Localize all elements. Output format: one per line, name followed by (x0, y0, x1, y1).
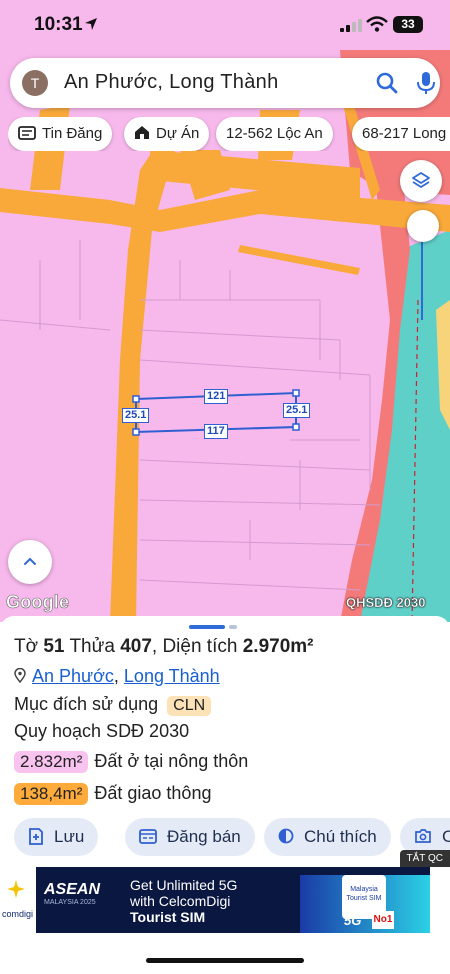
parcel-dimension-bottom: 117 (204, 424, 228, 439)
sheet-handle[interactable] (189, 625, 225, 629)
district-link[interactable]: Long Thành (124, 666, 220, 686)
chip-tin-dang[interactable]: Tin Đăng (8, 117, 113, 151)
legend-button[interactable]: Chú thích (264, 818, 391, 856)
post-listing-button[interactable]: Đăng bán (125, 818, 255, 856)
search-bar[interactable]: T An Phước, Long Thành (10, 58, 440, 108)
action-buttons: Lưu Đăng bán Chú thích C (14, 818, 450, 856)
sheet-number: 51 (43, 636, 65, 657)
area-row-traffic: 138,4m² Đất giao thông (14, 783, 211, 805)
ad-copy: Get Unlimited 5G with CelcomDigi Tourist… (130, 877, 238, 925)
avatar[interactable]: T (22, 70, 48, 96)
chip-du-an[interactable]: Dự Án (124, 117, 210, 151)
parcel-vertex (292, 423, 300, 431)
area-label: Đất ở tại nông thôn (94, 751, 249, 771)
chip-label: Tin Đăng (42, 125, 103, 142)
opacity-slider-knob[interactable] (407, 210, 439, 242)
save-icon (29, 827, 43, 845)
parcel-dimension-right: 25.1 (283, 403, 311, 418)
microphone-icon[interactable] (414, 70, 438, 96)
clock: 10:31 (34, 14, 83, 35)
layers-button[interactable] (400, 160, 442, 202)
area-value: 138,4m² (14, 783, 89, 805)
location-arrow-icon (85, 18, 97, 30)
status-bar: 10:31 33 (0, 0, 450, 50)
land-use-code-badge: CLN (167, 696, 212, 716)
save-label: Lưu (54, 827, 85, 846)
ad-5g-badge: 5G (344, 913, 362, 928)
chip-label: Dự Án (156, 125, 200, 142)
opacity-slider-track[interactable] (421, 240, 423, 320)
google-logo: Google (6, 592, 70, 613)
camera-icon (415, 829, 431, 843)
ad-brand-logo: comdigi (0, 867, 36, 933)
post-listing-icon (139, 828, 157, 844)
chip-12-562-loc-an[interactable]: 12-562 Lộc An (216, 117, 333, 151)
parcel-lines (0, 240, 381, 591)
area-row-residential: 2.832m² Đất ở tại nông thôn (14, 751, 248, 773)
chip-label: 68-217 Long (362, 125, 447, 142)
map-layer-label: QHSDĐ 2030 (346, 595, 426, 610)
post-listing-label: Đăng bán (167, 827, 241, 846)
parcel-area: 2.970m² (242, 636, 314, 657)
ad-banner[interactable]: comdigi ASEAN MALAYSIA 2025 Get Unlimite… (0, 867, 430, 933)
search-input[interactable]: An Phước, Long Thành (64, 71, 279, 94)
chip-68-217-long[interactable]: 68-217 Long (352, 117, 450, 151)
save-button[interactable]: Lưu (14, 818, 99, 856)
parcel-title: Tờ 51 Thửa 407, Diện tích 2.970m² (14, 636, 314, 657)
ward-link[interactable]: An Phước (32, 666, 114, 686)
battery-icon: 33 (393, 16, 423, 33)
small-road (238, 245, 360, 275)
parcel-dimension-left: 25.1 (122, 408, 150, 423)
parcel-vertex (292, 389, 300, 397)
close-ad-button[interactable]: TẮT QC (399, 850, 450, 867)
parcel-vertex (132, 395, 140, 403)
area-value: 2.832m² (14, 751, 89, 773)
parcel-dimension-top: 121 (204, 389, 229, 404)
legend-icon (278, 828, 294, 844)
parcel-info-sheet: Tờ 51 Thửa 407, Diện tích 2.970m² An Phư… (0, 616, 450, 974)
search-icon[interactable] (374, 70, 400, 96)
sheet-handle-secondary (229, 625, 237, 629)
wifi-icon (366, 16, 388, 32)
area-label: Đất giao thông (94, 783, 212, 803)
expand-sheet-button[interactable] (8, 540, 52, 584)
parcel-number: 407 (120, 636, 152, 657)
ad-no1-badge: No1 (372, 911, 394, 929)
camera-label: C (442, 827, 450, 846)
house-icon (135, 126, 149, 140)
home-indicator[interactable] (146, 958, 304, 963)
chip-label: 12-562 Lộc An (226, 125, 323, 142)
parcel-vertex (132, 428, 140, 436)
land-use-purpose: Mục đích sử dụng CLN (14, 694, 212, 716)
location-pin-icon (14, 668, 26, 684)
signal-icon (340, 19, 362, 32)
filter-chips: Tin Đăng Dự Án 12-562 Lộc An 68-217 Long (8, 117, 450, 151)
layers-icon (412, 172, 430, 188)
sparkle-icon (7, 880, 25, 898)
plan-title: Quy hoạch SDĐ 2030 (14, 721, 190, 741)
ad-asean-logo: ASEAN MALAYSIA 2025 (44, 881, 101, 906)
chevron-up-icon (24, 557, 36, 565)
parcel-address: An Phước, Long Thành (14, 666, 220, 687)
legend-label: Chú thích (304, 827, 377, 846)
listing-card-icon (18, 125, 36, 140)
